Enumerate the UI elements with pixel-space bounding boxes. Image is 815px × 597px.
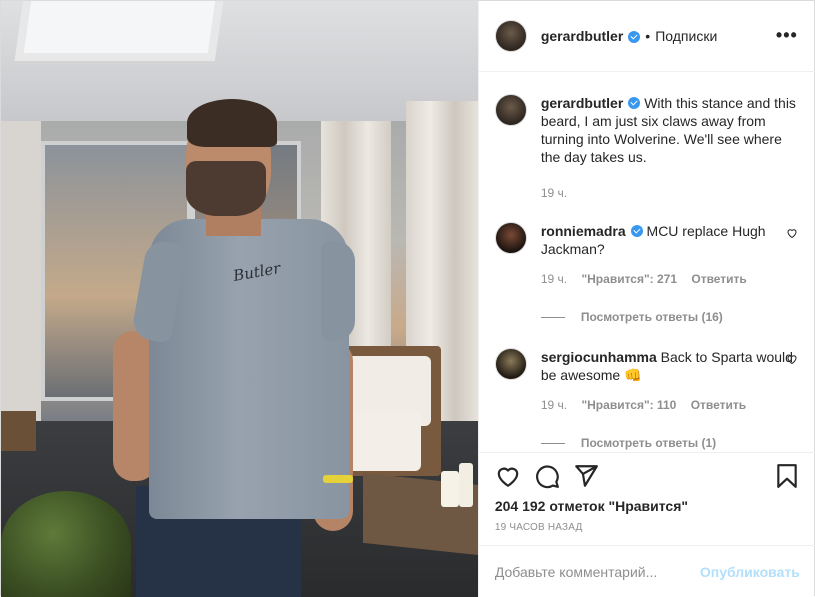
comment-likes[interactable]: "Нравится": 271 xyxy=(581,272,677,286)
photo-beard xyxy=(186,161,266,216)
verified-badge-icon xyxy=(630,225,643,237)
avatar[interactable] xyxy=(494,348,527,380)
photo-bench xyxy=(1,411,36,451)
more-options-icon[interactable]: ••• xyxy=(776,25,798,46)
avatar[interactable] xyxy=(494,20,527,52)
following-button[interactable]: Подписки xyxy=(655,28,717,44)
caption-text: gerardbutler With this stance and this b… xyxy=(541,94,800,166)
caption-username[interactable]: gerardbutler xyxy=(541,95,623,111)
comment-item: sergiocunhamma Back to Sparta would be a… xyxy=(479,324,815,450)
comment-meta: 19 ч. "Нравится": 271 Ответить xyxy=(541,272,800,286)
publish-button[interactable]: Опубликовать xyxy=(700,564,800,580)
comment-input[interactable] xyxy=(494,563,700,580)
comment-username[interactable]: sergiocunhamma xyxy=(541,349,657,365)
verified-badge-icon xyxy=(628,31,641,43)
comment-text: sergiocunhamma Back to Sparta would be a… xyxy=(541,348,800,384)
photo-candle xyxy=(459,463,473,507)
view-replies-button[interactable]: Посмотреть ответы (1) xyxy=(540,436,800,450)
post-side-panel: gerardbutler • Подписки ••• gerardbutler… xyxy=(477,1,815,597)
photo-skylight xyxy=(14,1,228,61)
comment-text: ronniemadra MCU replace Hugh Jackman? xyxy=(541,222,800,258)
bookmark-icon[interactable] xyxy=(774,463,800,489)
avatar[interactable] xyxy=(494,222,527,254)
post-header: gerardbutler • Подписки ••• xyxy=(478,1,815,72)
header-username[interactable]: gerardbutler xyxy=(541,28,623,44)
photo-wristband xyxy=(323,475,353,483)
comment-icon[interactable] xyxy=(534,463,560,489)
replies-line xyxy=(540,442,565,444)
post-photo[interactable]: Butler xyxy=(1,1,478,597)
photo-wall xyxy=(1,121,41,421)
post-timestamp[interactable]: 19 ЧАСОВ НАЗАД xyxy=(495,522,583,533)
like-comment-heart-icon[interactable] xyxy=(786,353,798,365)
comment-time[interactable]: 19 ч. xyxy=(541,398,567,412)
reply-button[interactable]: Ответить xyxy=(691,272,746,286)
comments-list[interactable]: gerardbutler With this stance and this b… xyxy=(479,72,815,452)
add-comment-form: Опубликовать xyxy=(478,545,815,597)
separator-dot: • xyxy=(645,28,651,44)
view-replies-label: Посмотреть ответы (1) xyxy=(580,436,717,450)
comment-username[interactable]: ronniemadra xyxy=(541,223,626,239)
reply-button[interactable]: Ответить xyxy=(691,398,746,412)
comment-likes[interactable]: "Нравится": 110 xyxy=(581,398,676,412)
heart-icon[interactable] xyxy=(495,463,521,489)
replies-line xyxy=(540,316,565,318)
caption-meta: 19 ч. xyxy=(541,186,800,200)
photo-candle xyxy=(441,471,459,507)
comment-time[interactable]: 19 ч. xyxy=(541,272,567,286)
caption-time[interactable]: 19 ч. xyxy=(541,186,567,200)
photo-sleeve xyxy=(321,241,355,341)
photo-plant xyxy=(1,491,131,597)
view-replies-button[interactable]: Посмотреть ответы (16) xyxy=(540,310,800,324)
instagram-post: Butler gerardbutler • Подписки ••• gerar… xyxy=(0,0,815,597)
comment-meta: 19 ч. "Нравится": 110 Ответить xyxy=(541,398,800,412)
like-comment-heart-icon[interactable] xyxy=(786,227,798,239)
verified-badge-icon xyxy=(628,97,641,109)
comment-item: ronniemadra MCU replace Hugh Jackman? 19… xyxy=(479,200,815,324)
likes-count[interactable]: 204 192 отметок "Нравится" xyxy=(495,498,688,514)
photo-hair xyxy=(187,99,277,147)
post-actions xyxy=(478,452,815,494)
view-replies-label: Посмотреть ответы (16) xyxy=(580,310,723,324)
share-icon[interactable] xyxy=(573,463,599,489)
caption: gerardbutler With this stance and this b… xyxy=(479,72,815,200)
avatar[interactable] xyxy=(494,94,527,126)
